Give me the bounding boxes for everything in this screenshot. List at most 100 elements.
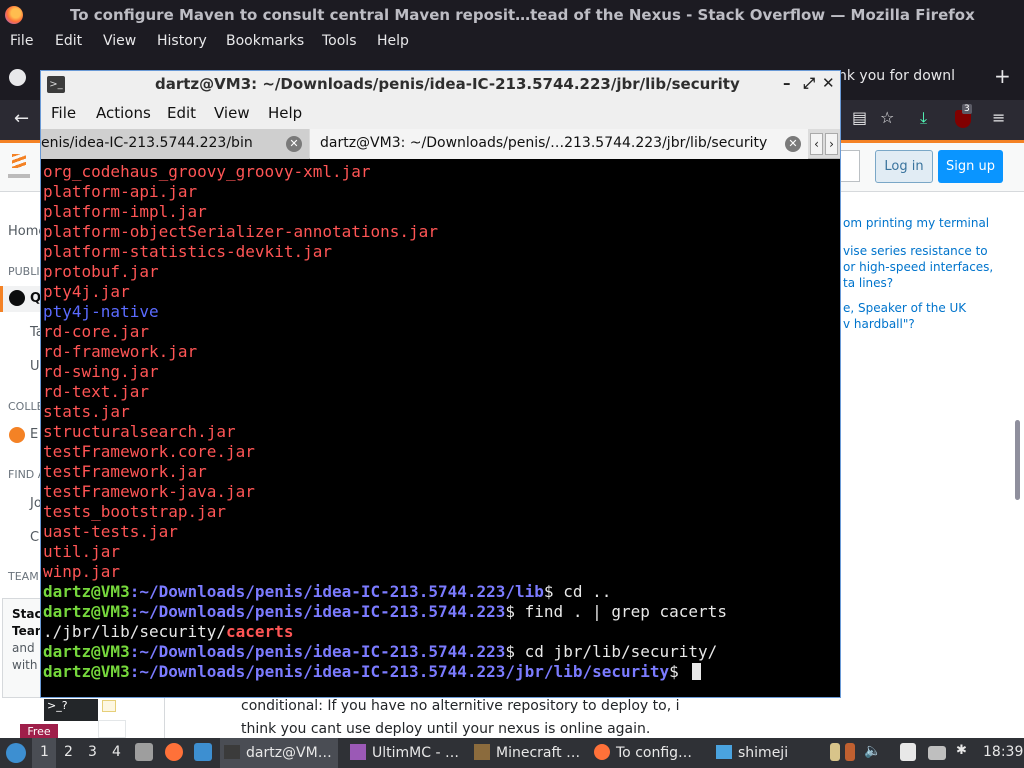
workspace-3[interactable]: 3 <box>88 744 97 760</box>
firefox-launcher-icon[interactable] <box>165 743 183 761</box>
taskbar-task-shimeji[interactable]: shimeji <box>712 738 812 768</box>
new-tab-button[interactable]: + <box>994 64 1011 88</box>
terminal-tab[interactable]: enis/idea-IC-213.5744.223/bin <box>41 129 309 159</box>
answer-text-line: think you cant use deploy until your nex… <box>241 721 651 737</box>
terminal-file-line: platform-impl.jar <box>43 202 207 221</box>
bookmark-star-icon[interactable]: ☆ <box>880 108 894 127</box>
terminal-window[interactable]: >_ dartz@VM3: ~/Downloads/penis/idea-IC-… <box>40 70 841 698</box>
workspace-1[interactable]: 1 <box>40 744 49 760</box>
menu-help[interactable]: Help <box>377 33 409 49</box>
back-icon[interactable]: ← <box>14 108 29 129</box>
sidebar-section-teams: TEAM <box>8 570 39 583</box>
terminal-file-line: testFramework.core.jar <box>43 442 255 461</box>
terminal-prompt-line: dartz@VM3:~/Downloads/penis/idea-IC-213.… <box>43 602 840 622</box>
workspace-4[interactable]: 4 <box>112 744 121 760</box>
terminal-output[interactable]: org_codehaus_groovy_groovy-xml.jar platf… <box>43 162 840 693</box>
hot-question-link[interactable]: ta lines? <box>843 276 893 290</box>
terminal-menu-help[interactable]: Help <box>268 104 302 122</box>
hot-question-link[interactable]: e, Speaker of the UK <box>843 301 966 315</box>
taskbar-task-ultimmc[interactable]: UltimMC - … <box>346 738 464 768</box>
menu-edit[interactable]: Edit <box>55 33 82 49</box>
taskbar-task-minecraft[interactable]: Minecraft … <box>470 738 588 768</box>
terminal-menu-edit[interactable]: Edit <box>167 104 196 122</box>
login-button[interactable]: Log in <box>875 150 933 183</box>
maximize-button[interactable]: ⤢ <box>803 74 815 92</box>
menu-tools[interactable]: Tools <box>322 33 357 49</box>
volume-icon[interactable]: 🔈 <box>864 743 882 761</box>
hot-question-link[interactable]: v hardball"? <box>843 317 915 331</box>
taskbar-task-terminal[interactable]: dartz@VM… <box>220 738 338 768</box>
tab-close-icon[interactable]: ✕ <box>785 136 801 152</box>
terminal-file-line: testFramework.jar <box>43 462 207 481</box>
file-manager-icon[interactable] <box>135 743 153 761</box>
terminal-file-line: pty4j.jar <box>43 282 130 301</box>
close-button[interactable]: ✕ <box>822 74 835 92</box>
page-scrollbar[interactable] <box>1015 420 1020 500</box>
prompt-path: :~/Downloads/penis/idea-IC-213.5744.223 <box>129 642 506 661</box>
prompt-user: dartz@VM3 <box>43 582 130 601</box>
terminal-file-line: winp.jar <box>43 562 121 581</box>
firefox-task-icon <box>594 744 610 760</box>
sidebar-item-users[interactable]: U <box>30 359 40 374</box>
start-menu-icon[interactable] <box>6 743 26 763</box>
prompt-command: $ cd jbr/lib/security/ <box>505 642 718 661</box>
terminal-menu-actions[interactable]: Actions <box>96 104 151 122</box>
menu-view[interactable]: View <box>103 33 136 49</box>
terminal-file-line: testFramework-java.jar <box>43 482 255 501</box>
taskbar-task-firefox[interactable]: To config… <box>590 738 708 768</box>
terminal-file-line: rd-framework.jar <box>43 342 198 361</box>
ublock-badge: 3 <box>962 104 972 114</box>
menu-file[interactable]: File <box>10 33 33 49</box>
terminal-file-line: rd-swing.jar <box>43 362 159 381</box>
terminal-file-line: platform-statistics-devkit.jar <box>43 242 332 261</box>
menu-history[interactable]: History <box>157 33 207 49</box>
terminal-prompt-line: dartz@VM3:~/Downloads/penis/idea-IC-213.… <box>43 582 840 602</box>
sidebar-item-companies[interactable]: C <box>30 530 39 545</box>
grep-result-path: ./jbr/lib/security/ <box>43 622 227 641</box>
firefox-window-title: To configure Maven to consult central Ma… <box>70 6 975 24</box>
minimize-button[interactable]: – <box>783 74 791 92</box>
terminal-tab-active[interactable]: dartz@VM3: ~/Downloads/penis/…213.5744.2… <box>310 129 808 159</box>
terminal-window-title: dartz@VM3: ~/Downloads/penis/idea-IC-213… <box>155 75 740 93</box>
teams-promo-text-1: and <box>12 641 35 655</box>
bluetooth-icon[interactable]: ✱ <box>956 743 974 761</box>
stackoverflow-logo-icon[interactable] <box>8 152 30 178</box>
terminal-prompt-line[interactable]: dartz@VM3:~/Downloads/penis/idea-IC-213.… <box>43 662 840 682</box>
sidebar-selected-indicator <box>0 286 3 312</box>
browser-tab[interactable]: nk you for downl <box>838 68 966 84</box>
terminal-menu-view[interactable]: View <box>214 104 250 122</box>
terminal-file-line: uast-tests.jar <box>43 522 178 541</box>
reader-view-icon[interactable]: ▤ <box>852 108 867 127</box>
terminal-dir-line: pty4j-native <box>43 302 159 321</box>
terminal-titlebar[interactable]: >_ dartz@VM3: ~/Downloads/penis/idea-IC-… <box>41 71 840 99</box>
tab-scroll-left-icon[interactable]: ‹ <box>810 133 823 155</box>
hot-question-link[interactable]: vise series resistance to <box>843 244 988 258</box>
desktop-icon[interactable] <box>194 743 212 761</box>
prompt-user: dartz@VM3 <box>43 642 130 661</box>
tab-scroll-right-icon[interactable]: › <box>825 133 838 155</box>
signup-button[interactable]: Sign up <box>938 150 1003 183</box>
tray-icon[interactable] <box>830 743 840 761</box>
terminal-tab-label: dartz@VM3: ~/Downloads/penis/…213.5744.2… <box>320 135 768 151</box>
taskbar-task-label: UltimMC - … <box>372 745 459 761</box>
search-input[interactable] <box>840 150 860 182</box>
taskbar-task-label: dartz@VM… <box>246 745 332 761</box>
workspace-2[interactable]: 2 <box>64 744 73 760</box>
hot-question-link[interactable]: or high-speed interfaces, <box>843 260 993 274</box>
terminal-file-line: rd-core.jar <box>43 322 149 341</box>
sidebar-item-explore[interactable]: E <box>30 427 38 442</box>
taskbar-task-label: shimeji <box>738 745 789 761</box>
github-icon[interactable] <box>9 69 26 86</box>
hot-question-link[interactable]: om printing my terminal <box>843 216 989 230</box>
teams-terminal-illustration: >_? <box>44 699 98 721</box>
menu-bookmarks[interactable]: Bookmarks <box>226 33 304 49</box>
terminal-file-line: platform-api.jar <box>43 182 198 201</box>
downloads-icon[interactable]: ⤓ <box>920 108 927 128</box>
tray-icon[interactable] <box>845 743 855 761</box>
terminal-menu-file[interactable]: File <box>51 104 76 122</box>
network-icon[interactable] <box>928 746 946 760</box>
clock[interactable]: 18:39 <box>983 744 1023 760</box>
clipboard-icon[interactable] <box>900 743 916 761</box>
tab-close-icon[interactable]: ✕ <box>286 136 302 152</box>
hamburger-menu-icon[interactable]: ≡ <box>992 108 1005 127</box>
